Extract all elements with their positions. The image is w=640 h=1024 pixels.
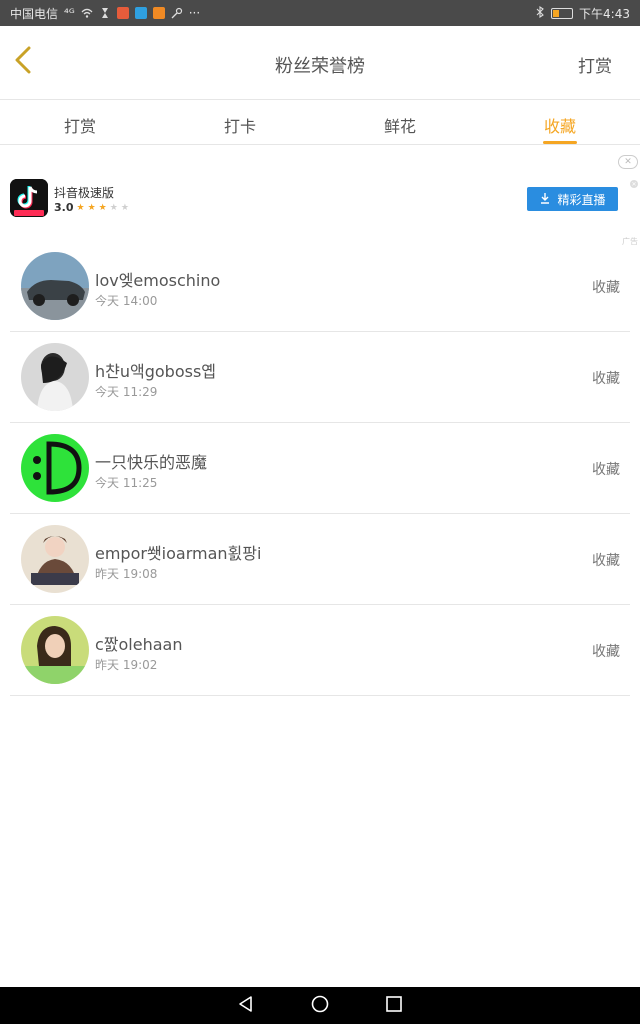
timestamp: 昨天 19:02	[95, 658, 158, 672]
page-title: 粉丝荣誉榜	[275, 56, 365, 77]
clock: 下午4:43	[579, 6, 630, 21]
avatar[interactable]	[21, 616, 89, 684]
app-notification-icon	[152, 7, 165, 19]
ad-cta-button[interactable]: 精彩直播	[527, 187, 618, 211]
star-icon: ★	[120, 202, 129, 213]
ad-rating: 3.0 ★ ★ ★ ★ ★	[54, 201, 129, 214]
list-item[interactable]: empor쐣ioarman횘팡i 昨天 19:08 收藏	[10, 514, 630, 605]
tab-bar: 打赏 打卡 鲜花 收藏	[0, 101, 640, 145]
action-label: 收藏	[592, 280, 620, 296]
nav-back-button[interactable]	[234, 994, 258, 1018]
app-notification-icon	[134, 7, 147, 19]
app-header: 粉丝荣誉榜 打赏	[0, 26, 640, 100]
nav-recents-button[interactable]	[382, 994, 406, 1018]
user-name: h챤u액goboss옙	[95, 362, 217, 381]
ad-dismiss-icon[interactable]: ✕	[630, 180, 638, 188]
avatar[interactable]	[21, 434, 89, 502]
tab-flowers[interactable]: 鲜花	[320, 101, 480, 144]
list-item[interactable]: h챤u액goboss옙 今天 11:29 收藏	[10, 332, 630, 423]
ad-banner[interactable]: ✕ 抖音极速版 3.0 ★ ★ ★ ★ ★ 精彩直播 ✕ 广告	[0, 146, 640, 250]
download-icon	[539, 192, 551, 207]
wifi-icon	[81, 7, 93, 19]
star-icon: ★	[87, 202, 96, 213]
tab-favorites[interactable]: 收藏	[480, 101, 640, 144]
avatar[interactable]	[21, 252, 89, 320]
star-icon: ★	[109, 202, 118, 213]
ad-app-icon	[10, 179, 48, 217]
bluetooth-icon	[535, 5, 545, 21]
action-label: 收藏	[592, 553, 620, 569]
app-notification-icon	[116, 7, 129, 19]
nav-home-button[interactable]	[308, 994, 332, 1018]
carrier-label: 中国电信	[10, 6, 59, 21]
timestamp: 昨天 19:08	[95, 567, 158, 581]
ad-app-name: 抖音极速版	[54, 186, 115, 200]
star-icon: ★	[76, 202, 85, 213]
tab-reward[interactable]: 打赏	[0, 101, 160, 144]
ad-rating-value: 3.0	[54, 201, 74, 214]
nav-home-icon	[311, 995, 329, 1017]
user-name: empor쐣ioarman횘팡i	[95, 544, 262, 563]
list-item[interactable]: c짨olehaan 昨天 19:02 收藏	[10, 605, 630, 696]
nav-recents-icon	[385, 995, 403, 1017]
battery-icon	[551, 7, 574, 19]
status-bar: 中国电信 ⁴ᴳ ··· 下午4:43	[0, 0, 640, 26]
active-tab-indicator	[543, 141, 577, 144]
reward-button[interactable]: 打赏	[578, 52, 612, 77]
timestamp: 今天 14:00	[95, 294, 158, 308]
action-label: 收藏	[592, 462, 620, 478]
timestamp: 今天 11:25	[95, 476, 158, 490]
avatar[interactable]	[21, 343, 89, 411]
hourglass-icon	[99, 7, 111, 19]
user-name: 一只快乐的恶魔	[95, 453, 208, 472]
tab-checkin[interactable]: 打卡	[160, 101, 320, 144]
close-icon: ✕	[624, 157, 632, 167]
ad-close-button[interactable]: ✕	[618, 155, 638, 169]
star-icon: ★	[98, 202, 107, 213]
user-name: c짨olehaan	[95, 635, 183, 654]
user-name: lov엦emoschino	[95, 271, 221, 290]
list-item[interactable]: lov엦emoschino 今天 14:00 收藏	[10, 241, 630, 332]
timestamp: 今天 11:29	[95, 385, 158, 399]
avatar[interactable]	[21, 525, 89, 593]
signal-label: ⁴ᴳ	[64, 6, 75, 20]
action-label: 收藏	[592, 644, 620, 660]
ad-cta-label: 精彩直播	[557, 192, 606, 207]
favorites-list: lov엦emoschino 今天 14:00 收藏 h챤u액goboss옙 今天…	[10, 241, 630, 696]
list-item[interactable]: 一只快乐的恶魔 今天 11:25 收藏	[10, 423, 630, 514]
more-notifications: ···	[188, 6, 201, 20]
nav-back-icon	[237, 995, 255, 1017]
key-icon	[171, 7, 183, 19]
action-label: 收藏	[592, 371, 620, 387]
system-nav-bar	[0, 987, 640, 1024]
